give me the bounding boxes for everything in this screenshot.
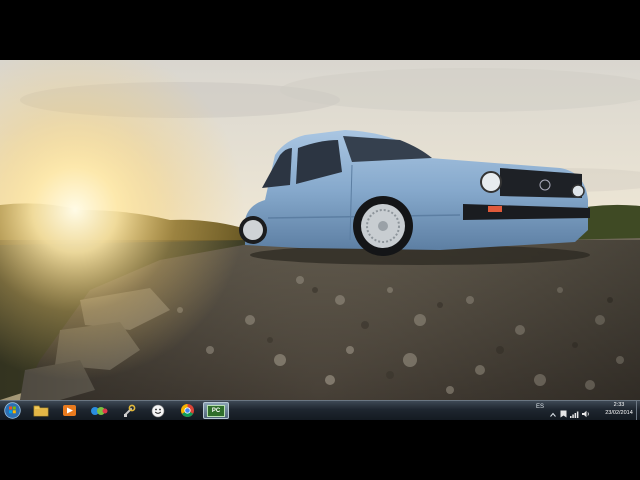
- volume-icon[interactable]: [582, 405, 591, 420]
- taskbar-smiley-button[interactable]: [147, 402, 169, 419]
- show-desktop-button[interactable]: [636, 401, 640, 420]
- system-tray: ES 2:33 23/02/2014: [530, 401, 640, 420]
- pc-app-label: PC: [211, 407, 221, 414]
- media-player-icon: [62, 405, 76, 416]
- taskbar-media-player-button[interactable]: [58, 402, 80, 419]
- clock-date: 23/02/2014: [605, 409, 633, 416]
- folder-icon: [33, 405, 49, 417]
- taskbar: PC ES 2:33 23/02/2014: [0, 400, 640, 420]
- action-center-icon[interactable]: [560, 405, 567, 420]
- language-indicator-icon[interactable]: ES: [536, 404, 544, 410]
- network-signal-icon[interactable]: [570, 405, 579, 420]
- taskbar-explorer-button[interactable]: [30, 402, 52, 419]
- show-hidden-icons-icon[interactable]: [550, 405, 556, 420]
- smiley-icon: [151, 404, 165, 417]
- wrench-icon: [124, 404, 136, 417]
- desktop-screen: PC ES 2:33 23/02/2014: [0, 60, 640, 420]
- chrome-icon: [180, 404, 194, 417]
- messenger-icon: [91, 406, 108, 415]
- taskbar-pc-app-button[interactable]: PC: [203, 402, 229, 419]
- clock[interactable]: 2:33 23/02/2014: [602, 402, 636, 417]
- taskbar-chrome-button[interactable]: [176, 402, 198, 419]
- taskbar-tools-button[interactable]: [118, 402, 140, 419]
- taskbar-messenger-button[interactable]: [88, 402, 110, 419]
- pc-icon: PC: [207, 404, 225, 417]
- windows-start-orb-icon: [3, 402, 21, 419]
- clock-time: 2:33: [613, 402, 625, 408]
- desktop-wallpaper: [0, 60, 640, 400]
- start-button[interactable]: [1, 402, 23, 419]
